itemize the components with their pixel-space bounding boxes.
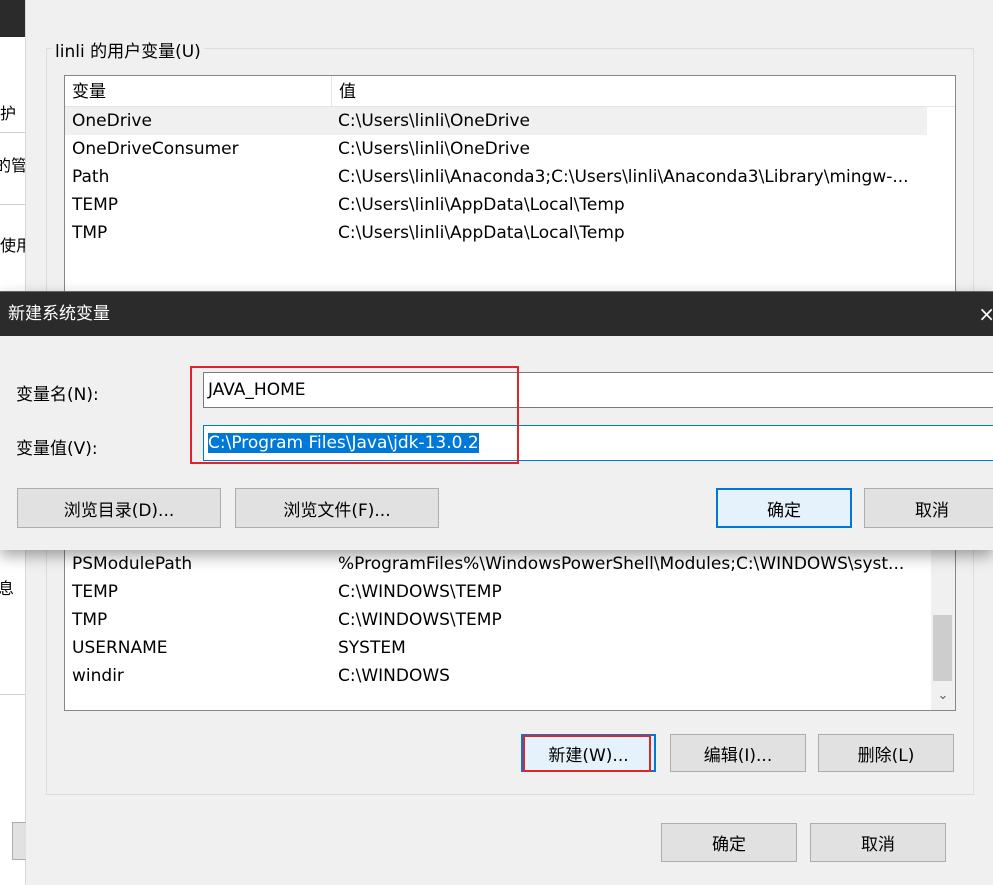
background-text-fragment: 护 bbox=[0, 104, 17, 123]
variable-name-cell: USERNAME bbox=[72, 638, 168, 658]
variable-value-cell: C:\Users\linli\Anaconda3;C:\Users\linli\… bbox=[338, 167, 909, 187]
column-header-value[interactable]: 值 bbox=[331, 76, 929, 106]
close-icon[interactable]: × bbox=[978, 292, 993, 336]
variable-name-cell: PSModulePath bbox=[72, 554, 193, 574]
delete-variable-button[interactable]: 删除(L) bbox=[818, 734, 954, 772]
background-divider bbox=[0, 694, 25, 695]
new-system-variable-dialog: 新建系统变量 × 变量名(N): JAVA_HOME 变量值(V): C:\Pr… bbox=[0, 291, 993, 550]
variable-name-cell: OneDrive bbox=[72, 111, 152, 131]
table-row[interactable]: TEMP C:\Users\linli\AppData\Local\Temp bbox=[65, 191, 927, 219]
variable-value-cell: C:\Users\linli\OneDrive bbox=[338, 139, 530, 159]
dialog-cancel-button[interactable]: 取消 bbox=[864, 488, 993, 528]
cancel-button[interactable]: 取消 bbox=[810, 823, 946, 862]
variable-name-cell: OneDriveConsumer bbox=[72, 139, 239, 159]
variable-name-cell: TEMP bbox=[72, 582, 119, 602]
background-titlebar bbox=[0, 0, 25, 37]
user-variables-group-label: linli 的用户变量(U) bbox=[52, 37, 204, 62]
ok-button[interactable]: 确定 bbox=[661, 823, 797, 862]
variable-value-cell: C:\WINDOWS\TEMP bbox=[338, 610, 502, 630]
variable-value-text: C:\Program Files\Java\jdk-13.0.2 bbox=[208, 433, 479, 453]
variable-name-input[interactable]: JAVA_HOME bbox=[203, 372, 993, 408]
scroll-down-arrow-icon[interactable]: ⌄ bbox=[931, 686, 955, 706]
user-variables-header: 变量 值 bbox=[65, 76, 955, 107]
variable-value-cell: C:\WINDOWS bbox=[338, 666, 450, 686]
system-list-scrollbar[interactable]: ⌄ bbox=[931, 530, 955, 710]
variable-value-cell: C:\Users\linli\OneDrive bbox=[338, 111, 530, 131]
table-row[interactable]: Path C:\Users\linli\Anaconda3;C:\Users\l… bbox=[65, 163, 927, 191]
background-divider bbox=[0, 204, 25, 205]
new-variable-button[interactable]: 新建(W)... bbox=[521, 734, 656, 772]
column-header-variable[interactable]: 变量 bbox=[65, 76, 330, 106]
variable-name-cell: TMP bbox=[72, 223, 108, 243]
variable-name-cell: TMP bbox=[72, 610, 108, 630]
browse-file-button[interactable]: 浏览文件(F)... bbox=[235, 488, 439, 528]
system-variables-list[interactable]: PSModulePath %ProgramFiles%\WindowsPower… bbox=[64, 530, 956, 711]
variable-value-cell: C:\Users\linli\AppData\Local\Temp bbox=[338, 223, 625, 243]
variable-name-cell: windir bbox=[72, 666, 124, 686]
variable-name-cell: TEMP bbox=[72, 195, 119, 215]
variable-value-cell: SYSTEM bbox=[338, 638, 406, 658]
variable-value-cell: C:\Users\linli\AppData\Local\Temp bbox=[338, 195, 625, 215]
table-row[interactable]: OneDriveConsumer C:\Users\linli\OneDrive bbox=[65, 135, 927, 163]
user-variables-list[interactable]: 变量 值 OneDrive C:\Users\linli\OneDrive On… bbox=[64, 75, 956, 307]
browse-directory-button[interactable]: 浏览目录(D)... bbox=[17, 488, 221, 528]
variable-value-cell: %ProgramFiles%\WindowsPowerShell\Modules… bbox=[338, 554, 905, 574]
variable-name-text: JAVA_HOME bbox=[208, 380, 306, 400]
dialog-ok-button[interactable]: 确定 bbox=[716, 488, 852, 528]
table-row[interactable]: OneDrive C:\Users\linli\OneDrive bbox=[65, 107, 927, 135]
dialog-titlebar[interactable]: 新建系统变量 × bbox=[0, 292, 993, 336]
table-row[interactable]: TEMP C:\WINDOWS\TEMP bbox=[65, 578, 927, 606]
variable-value-input[interactable]: C:\Program Files\Java\jdk-13.0.2 bbox=[203, 425, 993, 461]
edit-variable-button[interactable]: 编辑(I)... bbox=[670, 734, 806, 772]
background-button[interactable] bbox=[12, 822, 27, 860]
table-row[interactable]: TMP C:\WINDOWS\TEMP bbox=[65, 606, 927, 634]
dialog-title: 新建系统变量 bbox=[8, 304, 110, 324]
background-divider bbox=[0, 132, 25, 133]
table-row[interactable]: USERNAME SYSTEM bbox=[65, 634, 927, 662]
variable-value-cell: C:\WINDOWS\TEMP bbox=[338, 582, 502, 602]
background-text-fragment: 息 bbox=[0, 579, 15, 598]
table-row[interactable]: windir C:\WINDOWS bbox=[65, 662, 927, 690]
variable-name-label: 变量名(N): bbox=[16, 385, 99, 405]
table-row[interactable]: TMP C:\Users\linli\AppData\Local\Temp bbox=[65, 219, 927, 247]
variable-value-label: 变量值(V): bbox=[16, 439, 98, 459]
scrollbar-thumb[interactable] bbox=[933, 615, 952, 681]
table-row[interactable]: PSModulePath %ProgramFiles%\WindowsPower… bbox=[65, 550, 927, 578]
background-text-fragment: 的管 bbox=[0, 156, 25, 175]
variable-name-cell: Path bbox=[72, 167, 110, 187]
background-text-fragment: 使用 bbox=[0, 236, 25, 255]
